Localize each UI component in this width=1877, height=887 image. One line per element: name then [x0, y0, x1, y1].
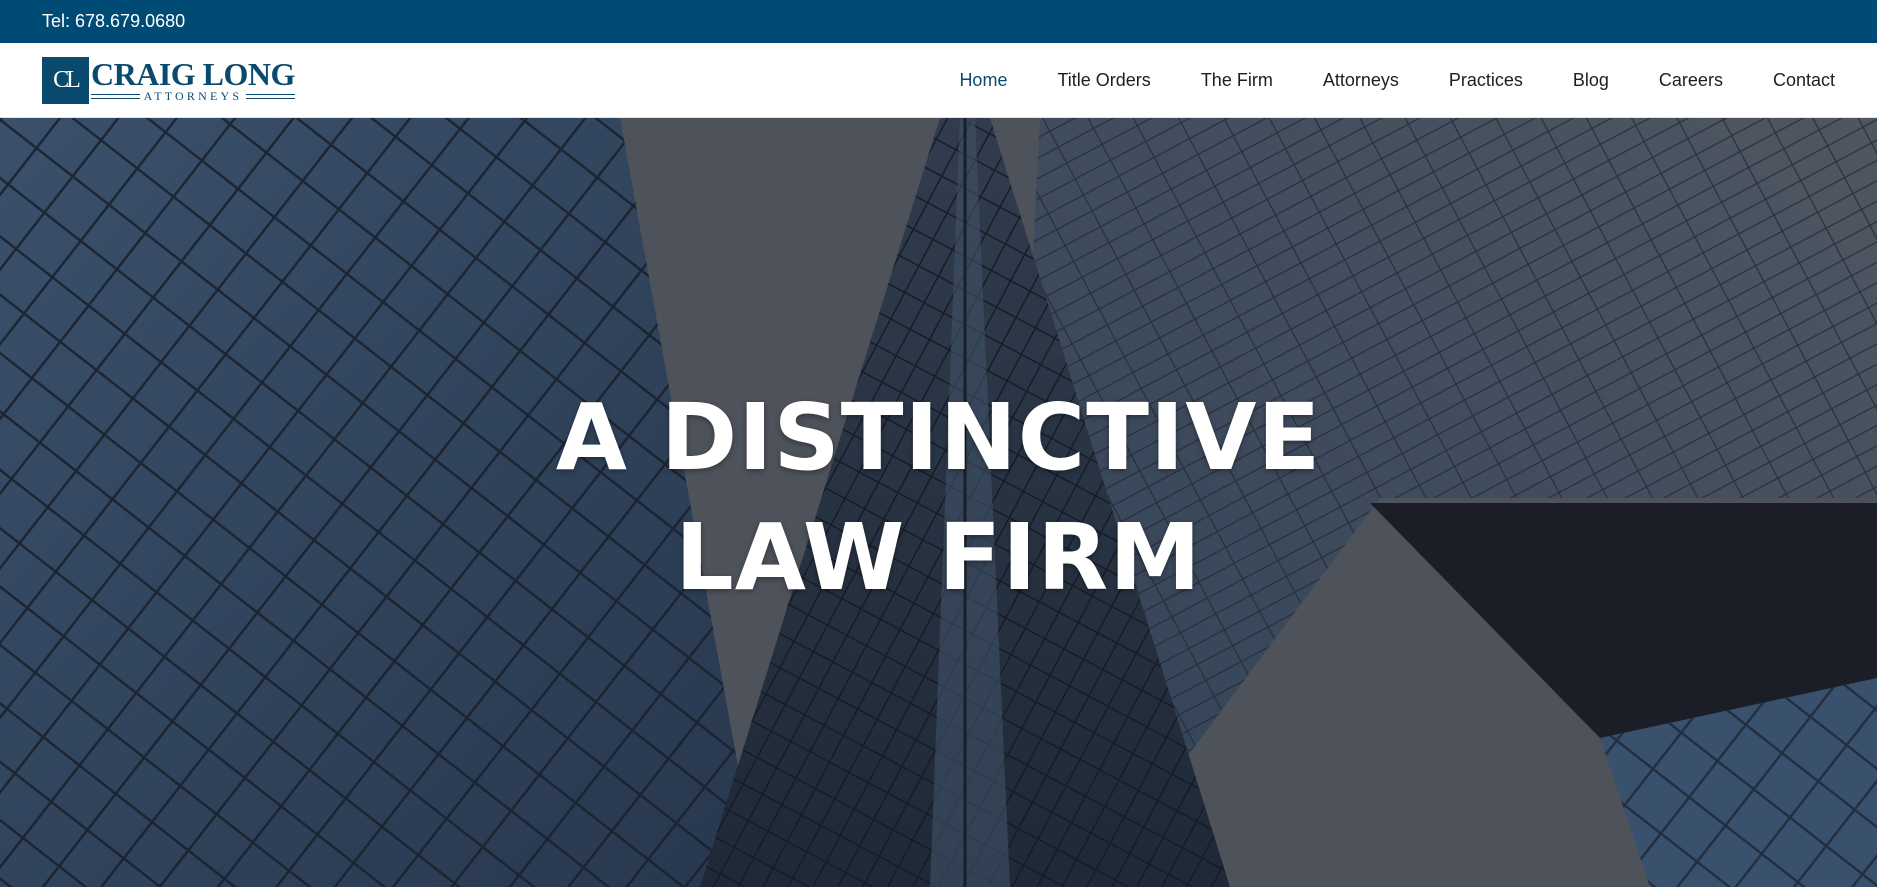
- nav-careers[interactable]: Careers: [1634, 70, 1748, 91]
- nav-the-firm[interactable]: The Firm: [1176, 70, 1298, 91]
- logo-rule-left: [91, 93, 140, 99]
- nav-practices[interactable]: Practices: [1424, 70, 1548, 91]
- nav-title-orders[interactable]: Title Orders: [1032, 70, 1175, 91]
- hero-banner: A DISTINCTIVE LAW FIRM: [0, 118, 1877, 887]
- hero-title: A DISTINCTIVE LAW FIRM: [0, 378, 1877, 618]
- nav-contact[interactable]: Contact: [1748, 70, 1835, 91]
- logo-wordmark: CRAIG LONG ATTORNEYS: [91, 56, 295, 102]
- hero-title-line2: LAW FIRM: [675, 504, 1202, 611]
- logo-monogram: CL: [42, 57, 89, 104]
- logo-subtitle: ATTORNEYS: [143, 89, 243, 103]
- logo-subtitle-row: ATTORNEYS: [91, 90, 295, 102]
- nav-home[interactable]: Home: [934, 70, 1032, 91]
- nav-attorneys[interactable]: Attorneys: [1298, 70, 1424, 91]
- logo-name: CRAIG LONG: [91, 56, 295, 92]
- main-nav: Home Title Orders The Firm Attorneys Pra…: [934, 43, 1835, 118]
- site-header: CL CRAIG LONG ATTORNEYS Home Title Order…: [0, 43, 1877, 118]
- site-logo[interactable]: CL CRAIG LONG ATTORNEYS: [42, 57, 295, 104]
- nav-blog[interactable]: Blog: [1548, 70, 1634, 91]
- top-contact-bar: Tel: 678.679.0680: [0, 0, 1877, 43]
- logo-rule-right: [246, 93, 295, 99]
- phone-number[interactable]: Tel: 678.679.0680: [42, 11, 185, 32]
- hero-title-line1: A DISTINCTIVE: [555, 384, 1322, 491]
